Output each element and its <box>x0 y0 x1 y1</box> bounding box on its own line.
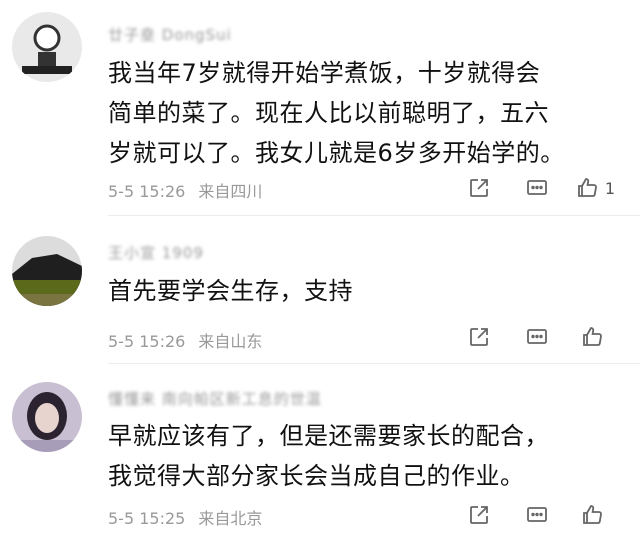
comment-text: 早就应该有了，但是还需要家长的配合， 我觉得大部分家长会当成自己的作业。 <box>108 416 618 496</box>
comment-username[interactable]: 王小宣 1909 <box>108 242 204 263</box>
comment-text-line: 简单的菜了。现在人比以前聪明了，五六 <box>108 99 549 127</box>
comment-text-line: 我当年7岁就得开始学煮饭，十岁就得会 <box>108 59 541 87</box>
comment-item: 廿子㙓 DongSui 我当年7岁就得开始学煮饭，十岁就得会 简单的菜了。现在人… <box>0 0 640 216</box>
comment-text: 我当年7岁就得开始学煮饭，十岁就得会 简单的菜了。现在人比以前聪明了，五六 岁就… <box>108 53 618 173</box>
thumbs-up-icon <box>578 178 597 197</box>
comment-location: 来自北京 <box>198 509 263 528</box>
comment-icon <box>527 329 547 344</box>
share-button[interactable] <box>450 173 508 203</box>
comment-meta: 5-5 15:26 来自四川 <box>108 178 270 202</box>
like-button[interactable] <box>566 500 624 530</box>
like-count: 1 <box>604 178 616 198</box>
share-icon <box>470 328 488 346</box>
avatar-image <box>12 12 82 82</box>
avatar[interactable] <box>12 236 82 306</box>
comment-actions: 1 <box>450 173 624 203</box>
comment-item: 懂懂来 南向帕区新工息的世温 早就应该有了，但是还需要家长的配合， 我觉得大部分… <box>0 364 640 539</box>
comment-meta: 5-5 15:25 来自北京 <box>108 505 270 529</box>
share-icon <box>470 506 488 524</box>
comment-icon <box>527 507 547 522</box>
comment-text: 首先要学会生存，支持 <box>108 271 618 311</box>
share-button[interactable] <box>450 500 508 530</box>
comment-icon <box>527 180 547 195</box>
comment-actions <box>450 322 624 352</box>
comment-username[interactable]: 廿子㙓 DongSui <box>108 24 232 45</box>
reply-button[interactable] <box>508 173 566 203</box>
like-button[interactable] <box>566 322 624 352</box>
comment-username[interactable]: 懂懂来 南向帕区新工息的世温 <box>108 388 322 409</box>
comment-actions <box>450 500 624 530</box>
comment-meta: 5-5 15:26 来自山东 <box>108 328 270 352</box>
share-icon <box>470 179 488 197</box>
comment-location: 来自山东 <box>198 332 263 351</box>
comment-text-line: 我觉得大部分家长会当成自己的作业。 <box>108 462 525 490</box>
comment-time: 5-5 15:26 <box>108 182 186 201</box>
thumbs-up-icon <box>583 505 602 524</box>
comment-time: 5-5 15:26 <box>108 332 186 351</box>
share-button[interactable] <box>450 322 508 352</box>
reply-button[interactable] <box>508 500 566 530</box>
comment-location: 来自四川 <box>198 182 263 201</box>
reply-button[interactable] <box>508 322 566 352</box>
avatar[interactable] <box>12 382 82 452</box>
comment-time: 5-5 15:25 <box>108 509 186 528</box>
thumbs-up-icon <box>583 327 602 346</box>
comment-item: 王小宣 1909 首先要学会生存，支持 5-5 15:26 来自山东 <box>0 216 640 364</box>
like-button[interactable]: 1 <box>566 173 624 203</box>
comment-text-line: 早就应该有了，但是还需要家长的配合， <box>108 422 549 450</box>
avatar[interactable] <box>12 12 82 82</box>
comment-text-line: 首先要学会生存，支持 <box>108 277 353 305</box>
comment-text-line: 岁就可以了。我女儿就是6岁多开始学的。 <box>108 139 565 167</box>
avatar-image <box>12 382 82 452</box>
avatar-image <box>12 236 82 306</box>
